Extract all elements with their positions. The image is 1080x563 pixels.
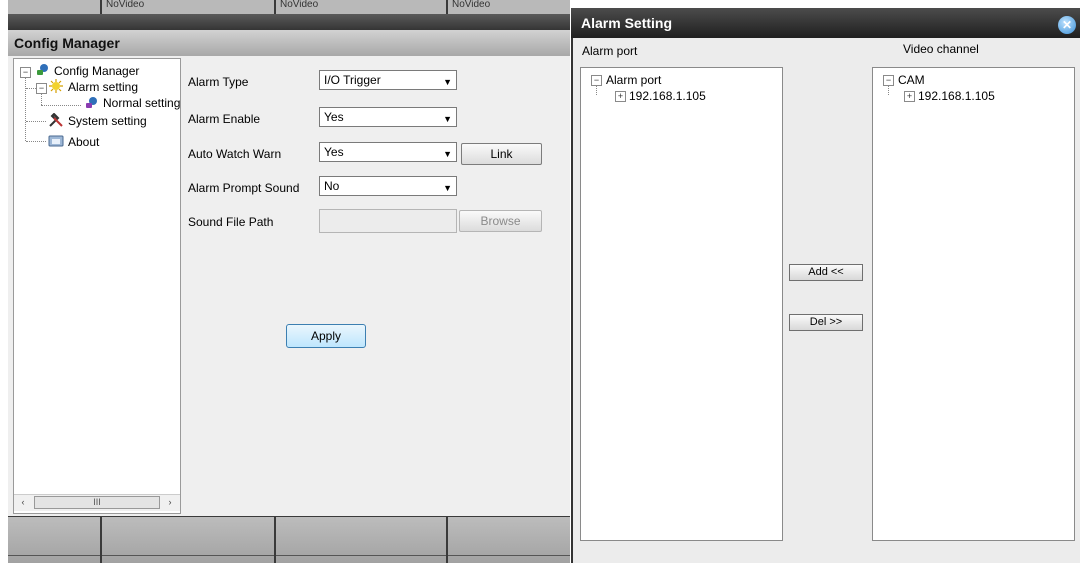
dropdown-arrow-icon: ▼ [443, 77, 452, 87]
alarm-port-device[interactable]: 192.168.1.105 [629, 89, 706, 103]
video-cell-1[interactable]: NoVideo [100, 0, 274, 14]
normal-setting-icon [86, 97, 97, 108]
expand-icon[interactable]: + [615, 91, 626, 102]
link-button[interactable]: Link [461, 143, 542, 165]
collapse-icon[interactable]: − [883, 75, 894, 86]
alarm-port-list[interactable]: − Alarm port + 192.168.1.105 [580, 67, 783, 541]
alarm-bulb-icon [49, 79, 63, 93]
collapse-icon[interactable]: − [591, 75, 602, 86]
alarm-enable-label: Alarm Enable [188, 112, 261, 126]
sound-file-path-field [319, 209, 457, 233]
video-channel-device[interactable]: 192.168.1.105 [918, 89, 995, 103]
alarm-port-header: Alarm port [582, 44, 638, 58]
alarm-type-select[interactable]: I/O Trigger ▼ [319, 70, 457, 90]
sound-file-path-label: Sound File Path [188, 215, 274, 229]
add-button[interactable]: Add << [789, 264, 863, 281]
config-manager-titlebar [8, 14, 570, 30]
tree-item-system-setting[interactable]: System setting [68, 114, 147, 128]
scroll-left-icon[interactable]: ‹ [16, 496, 30, 509]
video-channel-header: Video channel [903, 42, 979, 56]
config-manager-icon [37, 64, 48, 75]
tools-icon [49, 113, 63, 127]
about-icon [48, 135, 64, 147]
close-icon[interactable]: ✕ [1058, 16, 1076, 34]
video-cell-label: NoVideo [452, 0, 491, 10]
tree-item-normal-setting[interactable]: Normal setting [103, 96, 180, 110]
video-cell-label: NoVideo [106, 0, 145, 10]
del-button[interactable]: Del >> [789, 314, 863, 331]
dropdown-arrow-icon: ▼ [443, 114, 452, 124]
auto-watch-warn-label: Auto Watch Warn [188, 147, 282, 161]
scroll-thumb[interactable]: III [34, 496, 160, 509]
video-divider [446, 516, 448, 563]
alarm-prompt-sound-label: Alarm Prompt Sound [188, 181, 300, 195]
browse-button: Browse [459, 210, 542, 232]
scroll-right-icon[interactable]: › [163, 496, 177, 509]
alarm-type-label: Alarm Type [188, 75, 249, 89]
video-cell-label: NoVideo [280, 0, 319, 10]
tree-item-config-manager[interactable]: Config Manager [54, 64, 139, 78]
alarm-port-root[interactable]: Alarm port [606, 73, 661, 87]
video-cell-2[interactable]: NoVideo [274, 0, 446, 14]
alarm-enable-value: Yes [324, 110, 344, 124]
video-divider [100, 516, 102, 563]
dropdown-arrow-icon: ▼ [443, 149, 452, 159]
config-tree[interactable]: − Config Manager − Alarm setting Normal … [13, 58, 181, 514]
video-channel-list[interactable]: − CAM + 192.168.1.105 [872, 67, 1075, 541]
expand-icon[interactable]: + [904, 91, 915, 102]
alarm-type-value: I/O Trigger [324, 73, 381, 87]
alarm-prompt-sound-select[interactable]: No ▼ [319, 176, 457, 196]
dropdown-arrow-icon: ▼ [443, 183, 452, 193]
auto-watch-warn-select[interactable]: Yes ▼ [319, 142, 457, 162]
alarm-setting-title: Alarm Setting [571, 8, 1080, 38]
apply-button[interactable]: Apply [286, 324, 366, 348]
video-cell-3[interactable]: NoVideo [446, 0, 570, 14]
tree-item-alarm-setting[interactable]: Alarm setting [68, 80, 138, 94]
alarm-prompt-sound-value: No [324, 179, 340, 193]
video-divider [274, 516, 276, 563]
alarm-enable-select[interactable]: Yes ▼ [319, 107, 457, 127]
video-channel-root[interactable]: CAM [898, 73, 925, 87]
auto-watch-warn-value: Yes [324, 145, 344, 159]
tree-item-about[interactable]: About [68, 135, 99, 149]
config-manager-title: Config Manager [8, 30, 570, 56]
